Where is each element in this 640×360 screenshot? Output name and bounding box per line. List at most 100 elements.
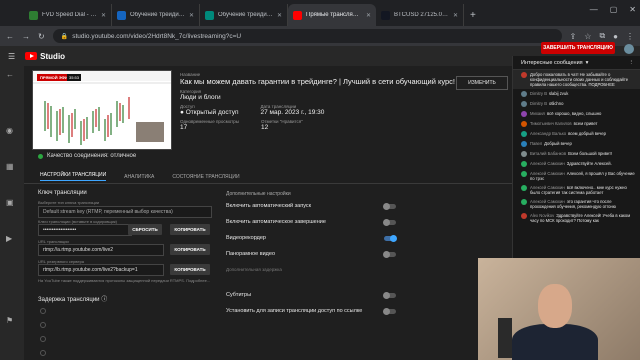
avatar (521, 171, 527, 177)
reload-icon[interactable]: ↻ (38, 32, 45, 41)
help-icon[interactable]: ⓘ (101, 297, 107, 303)
category-value: Люди и блоги (180, 94, 221, 101)
status-dot (38, 153, 43, 159)
star-icon[interactable]: ☆ (584, 32, 591, 41)
close-icon[interactable]: ✕ (453, 12, 458, 19)
end-stream-button[interactable]: ЗАВЕРШИТЬ ТРАНСЛЯЦИЮ (541, 42, 615, 54)
back-icon[interactable]: ← (6, 32, 14, 41)
forward-icon[interactable]: → (22, 32, 30, 41)
access-value: ● Открытый доступ (180, 109, 239, 116)
chat-message: Dimitry Bslabij zvuk (513, 89, 640, 99)
dvr-toggle[interactable] (384, 235, 397, 242)
autostart-label: Включить автоматический запуск (226, 203, 312, 209)
stream-key-value: ••••••••••••••••••• (43, 227, 77, 233)
avatar (521, 121, 527, 127)
tab-stream-settings[interactable]: НАСТРОЙКИ ТРАНСЛЯЦИИ (40, 172, 107, 181)
webcam-icon[interactable]: ▣ (6, 198, 14, 207)
subtitles-toggle[interactable] (383, 292, 396, 299)
backup-url-field[interactable]: rtmp://b.rtmp.youtube.com/live2?backup=1 (38, 264, 164, 276)
avatar (521, 111, 527, 117)
latency-radio[interactable] (40, 350, 46, 356)
new-tab-button[interactable]: + (464, 10, 482, 26)
studio-logo[interactable]: Studio (25, 52, 65, 61)
chat-header[interactable]: Интересные сообщения ▾ ⋮ (513, 56, 640, 70)
close-icon[interactable]: ✕ (366, 12, 371, 19)
url-field[interactable]: 🔒 studio.youtube.com/video/2Hdrt8Nk_7c/li… (52, 29, 562, 43)
stream-key-field[interactable]: ••••••••••••••••••• (38, 224, 132, 236)
video-icon[interactable]: ▶ (6, 234, 12, 243)
tab-title: Прямые трансляции - YouTube (306, 12, 362, 18)
tab-title: Обучение трейдингу с гарантией (218, 12, 273, 18)
close-window-icon[interactable]: ✕ (629, 5, 636, 14)
youtube-icon (521, 72, 527, 78)
tab-analytics[interactable]: АНАЛИТИКА (124, 174, 154, 180)
date-value: 27 мар. 2023 г., 19:30 (260, 109, 325, 116)
latency-radio[interactable] (40, 322, 46, 328)
lock-icon: 🔒 (60, 33, 69, 40)
tab-favicon (205, 10, 214, 20)
browser-tab[interactable]: FVD Speed Dial - Соцсети ✕ (24, 4, 112, 26)
chat-message: Виталий Бабанков Всем большой привет! (513, 149, 640, 159)
copy-backup-button[interactable]: КОПИРОВАТЬ (170, 264, 210, 275)
avatar (521, 213, 527, 219)
viewers-label: Одновременные просмотры (180, 119, 239, 124)
subtitles-label: Субтитры (226, 292, 252, 298)
maximize-icon[interactable]: ▢ (610, 5, 618, 14)
left-rail: ← ◉ ▦ ▣ ▶ ⚑ (0, 66, 24, 360)
extensions-icon[interactable]: ⧉ (599, 31, 605, 41)
key-type-value: Default stream key (RTMP, переменный выб… (43, 209, 173, 215)
dvr-label: Видеорекордер (226, 235, 266, 241)
close-icon[interactable]: ✕ (101, 12, 106, 19)
quality-text: Качество соединения: отличное (47, 153, 137, 159)
stream-url-field[interactable]: rtmp://a.rtmp.youtube.com/live2 (38, 244, 164, 256)
tab-favicon (117, 10, 126, 20)
edit-button[interactable]: ИЗМЕНИТЬ (456, 76, 508, 90)
close-icon[interactable]: ✕ (189, 12, 194, 19)
browser-tab-active[interactable]: Прямые трансляции - YouTube ✕ (288, 4, 376, 26)
backup-url-value: rtmp://b.rtmp.youtube.com/live2?backup=1 (43, 267, 138, 273)
presenter-body (512, 324, 598, 360)
menu-icon[interactable]: ⋮ (626, 32, 634, 41)
account-avatar[interactable] (624, 44, 634, 54)
likes-value: 12 (260, 124, 269, 131)
latency-radio[interactable] (40, 336, 46, 342)
youtube-logo-icon (25, 52, 38, 60)
presenter-head (538, 284, 572, 328)
youtube-favicon (293, 10, 302, 20)
browser-tab[interactable]: BTCUSD 27125.00 ▼ −3.15% Exo ✕ (376, 4, 464, 26)
calendar-icon[interactable]: ▦ (6, 162, 14, 171)
viewers-value: 17 (180, 124, 188, 131)
avatar (521, 199, 527, 205)
panoramic-label: Панорамное видео (226, 251, 276, 257)
restrict-toggle[interactable] (383, 308, 396, 315)
tab-favicon (29, 10, 38, 20)
more-icon[interactable]: ⋮ (629, 60, 635, 66)
panoramic-toggle[interactable] (383, 251, 396, 258)
chat-message: Alex Novikov Здравствуйте Алексей! Учеба … (513, 211, 640, 225)
hamburger-icon[interactable]: ☰ (8, 52, 15, 61)
tab-title: BTCUSD 27125.00 ▼ −3.15% Exo (394, 12, 449, 18)
stream-icon[interactable]: ◉ (6, 126, 13, 135)
key-type-select[interactable]: Default stream key (RTMP, переменный выб… (38, 206, 212, 218)
minimize-icon[interactable]: — (590, 5, 598, 14)
tab-stream-health[interactable]: СОСТОЯНИЕ ТРАНСЛЯЦИИ (172, 174, 239, 180)
copy-key-button[interactable]: КОПИРОВАТЬ (170, 224, 210, 235)
latency-radio[interactable] (40, 308, 46, 314)
autostop-toggle[interactable] (383, 219, 396, 226)
profile-icon[interactable]: ● (613, 32, 618, 41)
reset-button[interactable]: СБРОСИТЬ (128, 224, 162, 235)
close-icon[interactable]: ✕ (277, 12, 282, 19)
feedback-icon[interactable]: ⚑ (6, 316, 13, 325)
back-arrow-icon[interactable]: ← (6, 70, 14, 79)
browser-tab[interactable]: Обучение трейдингу ✕ (112, 4, 200, 26)
stream-key-heading: Ключ трансляции (38, 190, 87, 196)
stream-preview[interactable]: ПРЯМОЙ ЭФИР 35:53 (32, 70, 172, 150)
avatar (521, 101, 527, 107)
share-icon[interactable]: ⇪ (570, 32, 577, 41)
autostart-toggle[interactable] (383, 203, 396, 210)
chat-message: Алексей Самохин всё включено.. мне курс н… (513, 183, 640, 197)
microphone (498, 318, 512, 358)
copy-url-button[interactable]: КОПИРОВАТЬ (170, 244, 210, 255)
extra-settings-heading: Дополнительные настройки (226, 191, 291, 197)
browser-tab[interactable]: Обучение трейдингу с гарантией ✕ (200, 4, 288, 26)
